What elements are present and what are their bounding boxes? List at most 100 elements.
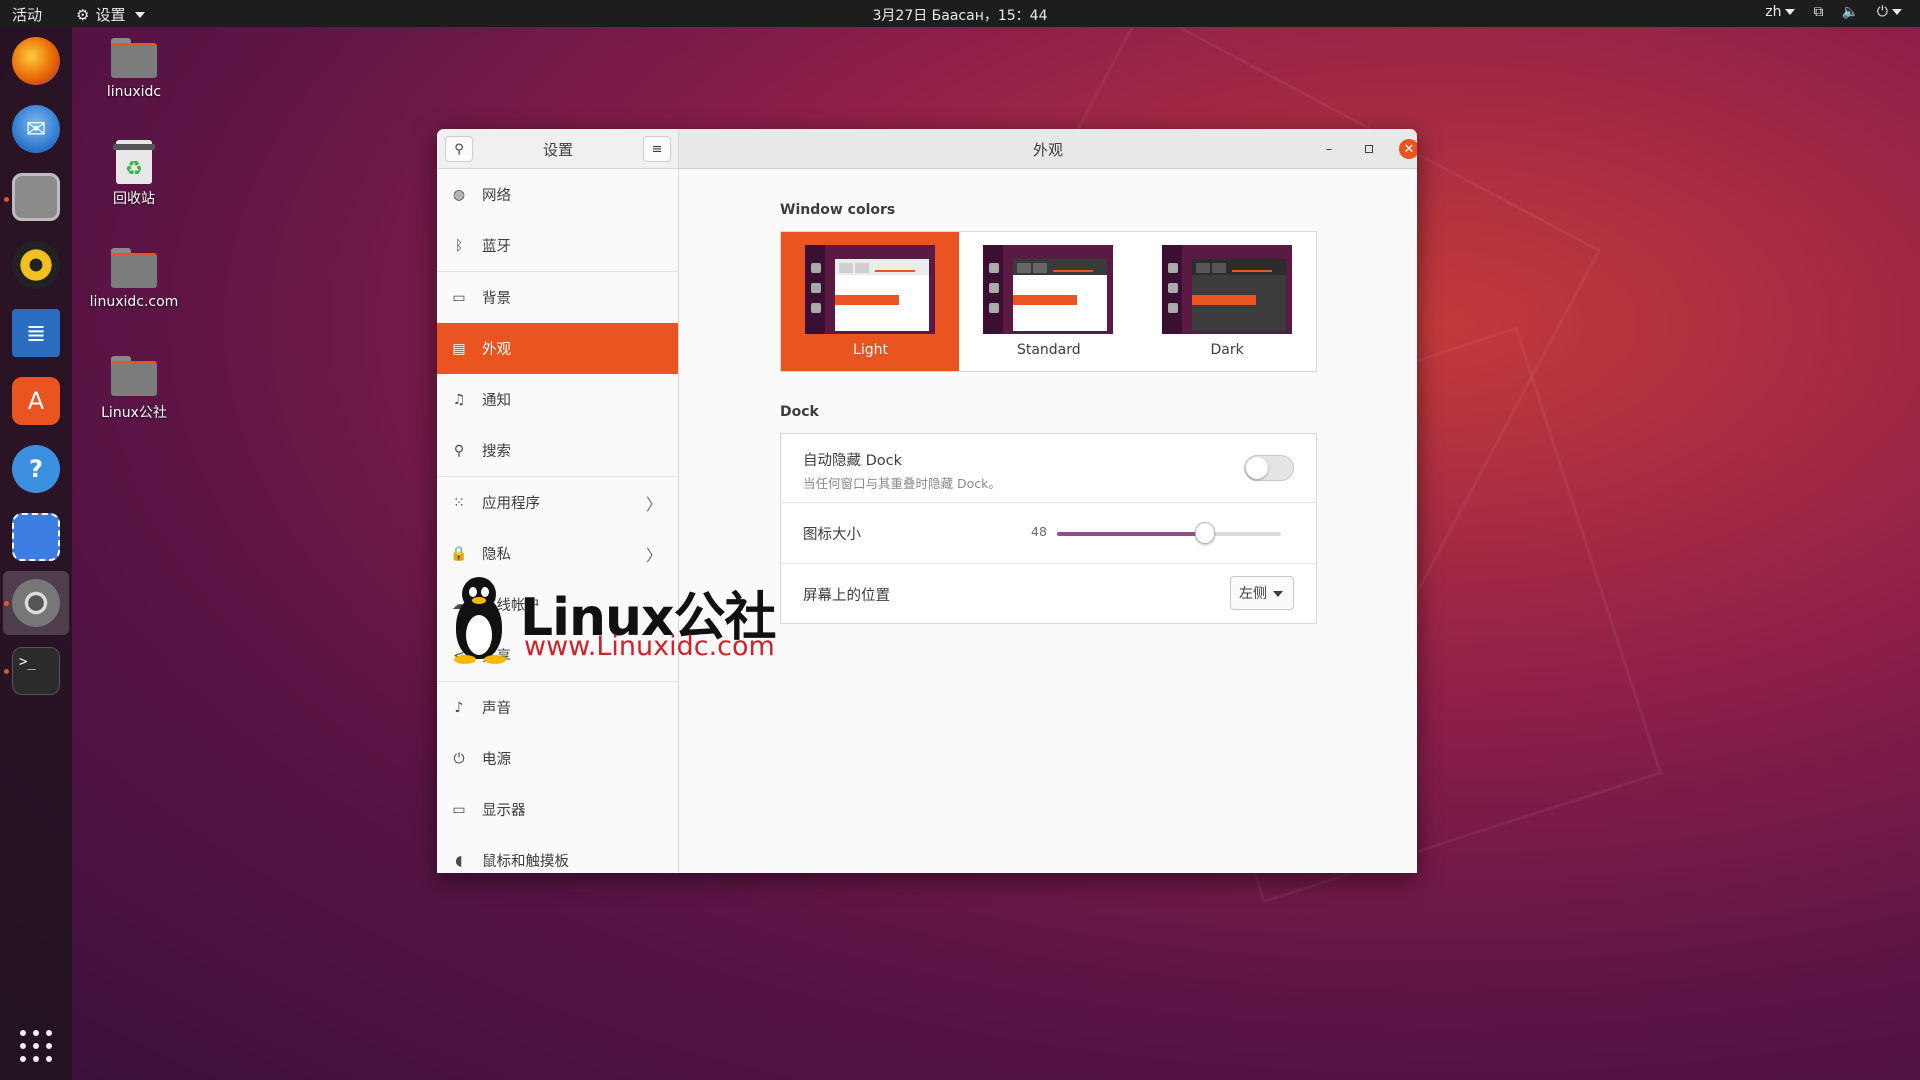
show-applications-button[interactable] (20, 1030, 52, 1062)
desktop-icon-label: Linux公社 (74, 402, 194, 422)
background-icon: ▭ (450, 290, 468, 306)
network-icon: ◍ (450, 187, 468, 203)
icon-size-value: 48 (1031, 524, 1047, 539)
chevron-down-icon (1785, 9, 1795, 15)
window-color-standard[interactable]: Standard (959, 232, 1137, 371)
sidebar-item-sound[interactable]: ♪声音 (437, 682, 678, 733)
bell-icon: ♫ (450, 392, 468, 408)
libreoffice-writer-icon[interactable]: ≣ (12, 309, 60, 357)
standard-theme-preview (983, 245, 1113, 334)
dock-heading: Dock (780, 404, 819, 420)
settings-window: ⚲ 设置 ≡ 外观 – ✕ ◍网络 ᛒ蓝牙 ▭背景 ▤外观 ♫通知 ⚲搜索 ⁙应… (437, 129, 1417, 873)
sidebar-item-label: 蓝牙 (482, 235, 511, 256)
settings-icon[interactable] (12, 579, 60, 627)
firefox-icon[interactable] (12, 37, 60, 85)
sidebar-item-label: 通知 (482, 389, 511, 410)
clock-label[interactable]: 3月27日 Баасан，15：44 (873, 8, 1048, 24)
appearance-icon: ▤ (450, 341, 468, 357)
watermark: Linux公社 www.Linuxidc.com (448, 575, 788, 670)
help-icon[interactable]: ? (12, 445, 60, 493)
volume-icon[interactable]: 🔈 (1841, 4, 1858, 20)
sidebar-item-displays[interactable]: ▭显示器 (437, 784, 678, 835)
window-color-light[interactable]: Light (781, 232, 959, 371)
watermark-url: www.Linuxidc.com (524, 631, 775, 662)
window-color-label: Standard (959, 342, 1138, 358)
top-bar: 活动 ⚙ 设置 3月27日 Баасан，15：44 zh ⧉ 🔈 ⏻ (0, 0, 1920, 27)
window-color-dark[interactable]: Dark (1138, 232, 1316, 371)
position-value: 左侧 (1239, 583, 1267, 603)
sidebar-item-label: 网络 (482, 184, 511, 205)
close-button[interactable]: ✕ (1399, 139, 1417, 159)
power-icon[interactable]: ⏻ (1877, 4, 1902, 20)
window-colors-heading: Window colors (780, 202, 895, 218)
sidebar-item-notifications[interactable]: ♫ 通知 (437, 374, 678, 425)
minimize-icon: – (1326, 142, 1333, 157)
sidebar-item-label: 应用程序 (482, 492, 540, 513)
network-icon[interactable]: ⧉ (1813, 4, 1823, 20)
ubuntu-software-icon[interactable]: A (12, 377, 60, 425)
lock-icon: 🔒 (450, 546, 468, 562)
desktop-icon-folder[interactable]: linuxidc.com (74, 248, 194, 310)
settings-sidebar: ◍网络 ᛒ蓝牙 ▭背景 ▤外观 ♫通知 ⚲搜索 ⁙应用程序〉 🔒隐私〉 ☁在线帐… (437, 169, 679, 873)
folder-icon (111, 248, 157, 288)
window-color-label: Dark (1138, 342, 1317, 358)
autohide-row: 自动隐藏 Dock 当任何窗口与其重叠时隐藏 Dock。 (781, 434, 1316, 502)
minimize-button[interactable]: – (1319, 139, 1339, 159)
mouse-icon: ◖ (450, 853, 468, 869)
header-bar: 外观 – ✕ (679, 129, 1417, 169)
sidebar-item-network[interactable]: ◍ 网络 (437, 169, 678, 220)
autohide-title: 自动隐藏 Dock (803, 449, 902, 470)
sidebar-item-bluetooth[interactable]: ᛒ蓝牙 (437, 220, 678, 271)
close-icon: ✕ (1404, 142, 1415, 157)
sidebar-item-search[interactable]: ⚲搜索 (437, 425, 678, 476)
autohide-description: 当任何窗口与其重叠时隐藏 Dock。 (803, 473, 1001, 492)
sidebar-item-appearance[interactable]: ▤外观 (437, 323, 678, 374)
clock: 3月27日 Баасан，15：44 (0, 5, 1920, 25)
desktop-icon-home[interactable]: linuxidc (74, 38, 194, 100)
power-icon: ⏻ (450, 751, 468, 767)
language-label: zh (1765, 4, 1781, 20)
sidebar-item-mouse[interactable]: ◖ 鼠标和触摸板 (437, 835, 678, 873)
sidebar-item-label: 显示器 (482, 799, 526, 820)
running-indicator (4, 197, 9, 202)
maximize-button[interactable] (1359, 139, 1379, 159)
tux-penguin-icon (448, 577, 510, 665)
dark-theme-preview (1162, 245, 1292, 334)
autohide-toggle[interactable] (1244, 455, 1294, 481)
folder-icon (111, 356, 157, 396)
position-row: 屏幕上的位置 左侧 (781, 564, 1316, 624)
home-folder-icon (111, 38, 157, 78)
sidebar-item-privacy[interactable]: 🔒隐私〉 (437, 528, 678, 579)
menu-button[interactable]: ≡ (643, 136, 671, 162)
desktop-icon-label: linuxidc (74, 84, 194, 100)
icon-size-slider[interactable] (1057, 532, 1281, 536)
running-indicator (4, 669, 9, 674)
apps-grid-icon: ⁙ (450, 495, 468, 511)
hamburger-icon: ≡ (652, 142, 663, 157)
sidebar-item-applications[interactable]: ⁙应用程序〉 (437, 477, 678, 528)
trash-icon: ♻ (116, 140, 152, 184)
icon-size-row: 图标大小 48 (781, 503, 1316, 563)
position-label: 屏幕上的位置 (803, 584, 890, 605)
terminal-icon[interactable]: >_ (12, 647, 60, 695)
thunderbird-icon[interactable]: ✉ (12, 105, 60, 153)
light-theme-preview (805, 245, 935, 334)
window-color-label: Light (781, 342, 960, 358)
system-tray: zh ⧉ 🔈 ⏻ (1765, 4, 1902, 20)
language-indicator[interactable]: zh (1765, 4, 1795, 20)
files-icon[interactable] (12, 173, 60, 221)
rhythmbox-icon[interactable] (12, 241, 60, 289)
screenshot-icon[interactable] (12, 513, 60, 561)
slider-fill (1057, 532, 1205, 536)
slider-handle[interactable] (1195, 522, 1215, 544)
desktop-icon-folder[interactable]: Linux公社 (74, 356, 194, 422)
appearance-panel: Window colors Light (680, 169, 1417, 873)
chevron-down-icon (1273, 591, 1283, 597)
icon-size-label: 图标大小 (803, 523, 861, 544)
sidebar-item-power[interactable]: ⏻电源 (437, 733, 678, 784)
sidebar-item-background[interactable]: ▭背景 (437, 272, 678, 323)
position-dropdown[interactable]: 左侧 (1230, 576, 1294, 610)
desktop-icon-trash[interactable]: ♻ 回收站 (74, 140, 194, 208)
sidebar-item-label: 鼠标和触摸板 (482, 850, 569, 871)
running-indicator (4, 601, 9, 606)
